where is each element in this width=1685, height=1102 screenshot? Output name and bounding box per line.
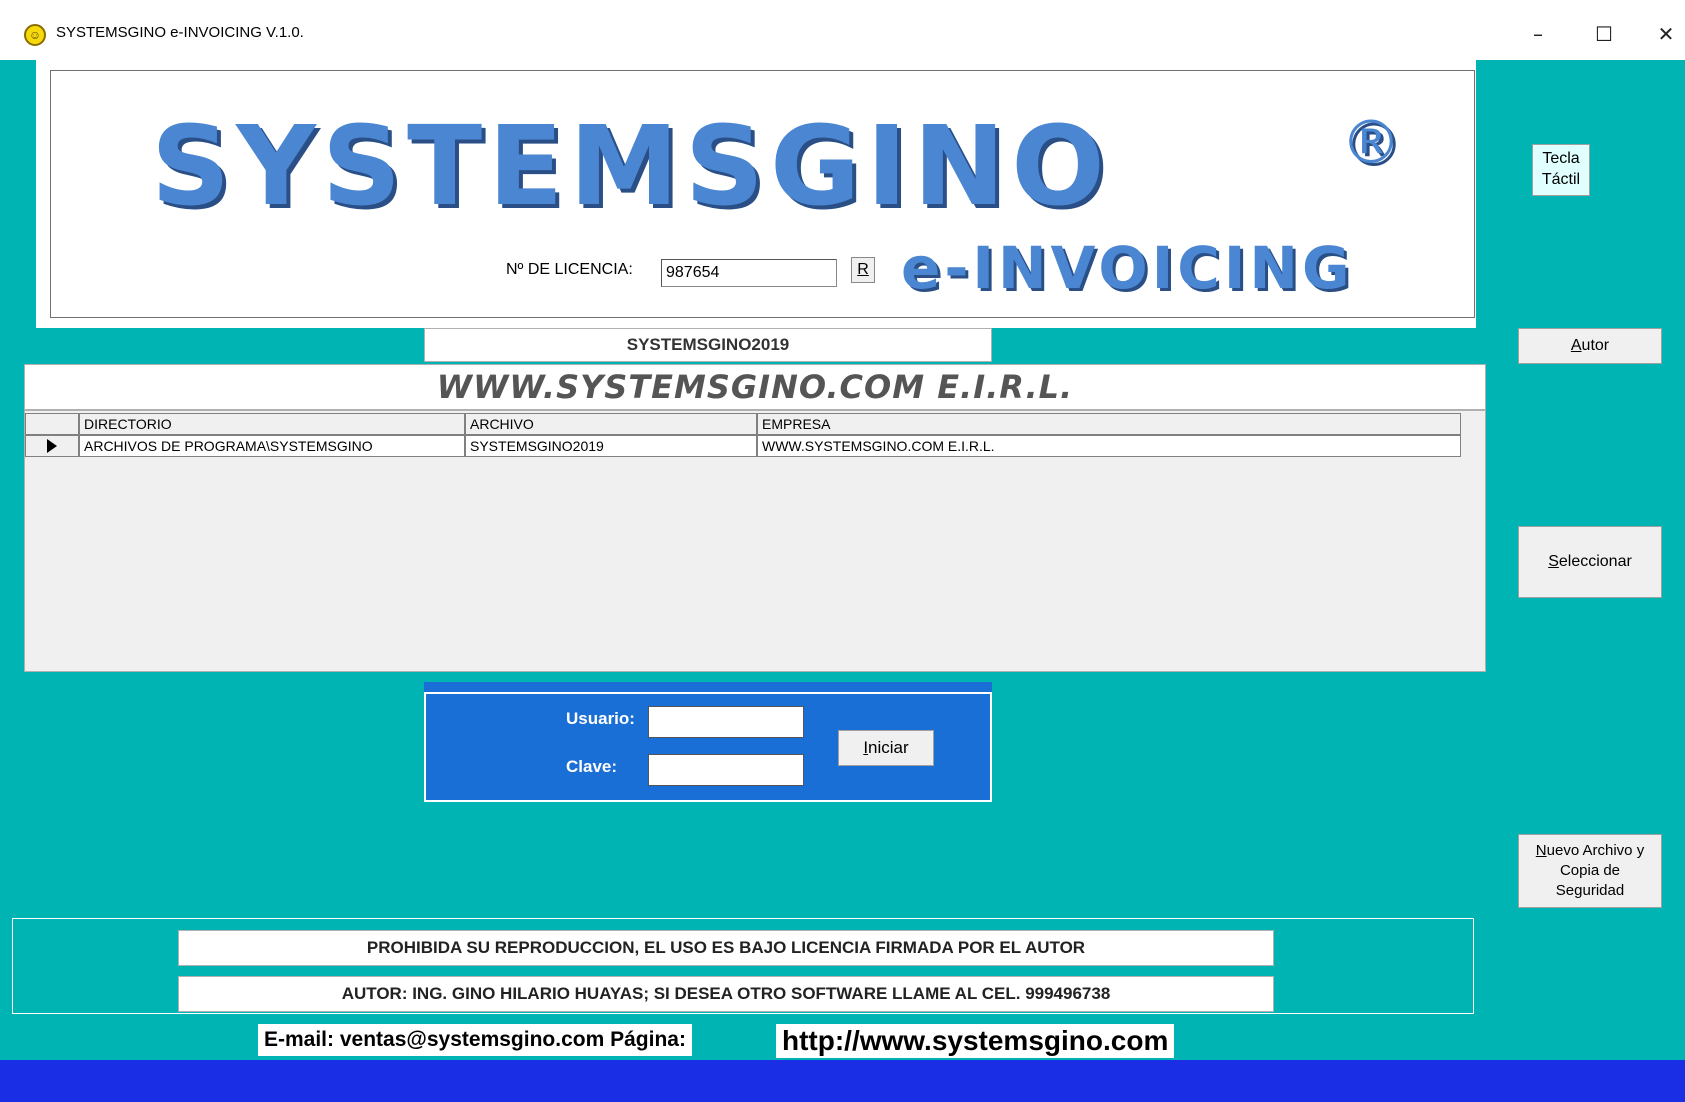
brand-logo-text: SYSTEMSGINO — [151, 102, 1111, 230]
grid-header-archivo[interactable]: ARCHIVO — [465, 413, 757, 435]
author-accesskey: A — [1570, 337, 1582, 354]
author-notice: AUTOR: ING. GINO HILARIO HUAYAS; SI DESE… — [178, 976, 1274, 1012]
grid-header-empresa[interactable]: EMPRESA — [757, 413, 1461, 435]
cell-archivo[interactable]: SYSTEMSGINO2019 — [465, 435, 757, 457]
select-button[interactable]: Seleccionar — [1518, 526, 1662, 598]
author-button[interactable]: Autor — [1518, 328, 1662, 364]
company-banner: WWW.SYSTEMSGINO.COM E.I.R.L. — [24, 364, 1486, 410]
new-file-backup-button[interactable]: Nuevo Archivo y Copia de Seguridad — [1518, 834, 1662, 908]
contact-email: E-mail: ventas@systemsgino.com Página: — [258, 1024, 692, 1056]
title-bar: ☺ SYSTEMSGINO e-INVOICING V.1.0. – ☐ ✕ — [0, 0, 1685, 60]
cell-directorio[interactable]: ARCHIVOS DE PROGRAMA\SYSTEMSGINO — [79, 435, 465, 457]
select-accesskey: S — [1548, 553, 1559, 570]
company-files-grid[interactable]: DIRECTORIO ARCHIVO EMPRESA ARCHIVOS DE P… — [24, 410, 1486, 672]
status-bar — [0, 1060, 1685, 1102]
new-file-label-line2: Copia de — [1559, 861, 1621, 879]
login-panel: Usuario: Clave: Iniciar — [424, 692, 992, 802]
company-file-name: SYSTEMSGINO2019 — [424, 328, 992, 362]
login-button[interactable]: Iniciar — [838, 730, 934, 766]
cell-empresa[interactable]: WWW.SYSTEMSGINO.COM E.I.R.L. — [757, 435, 1461, 457]
password-input[interactable] — [648, 754, 804, 786]
row-pointer-icon — [47, 439, 57, 453]
new-file-label-line3: Seguridad — [1555, 882, 1625, 900]
grid-header-directorio[interactable]: DIRECTORIO — [79, 413, 465, 435]
login-label: niciar — [868, 738, 909, 757]
author-label: utor — [1581, 337, 1610, 354]
row-pointer-cell[interactable] — [25, 435, 79, 457]
window-title: SYSTEMSGINO e-INVOICING V.1.0. — [56, 24, 304, 41]
touch-keyboard-button[interactable]: Tecla Táctil — [1532, 144, 1590, 196]
grid-header-indicator — [25, 413, 79, 435]
logo-panel: SYSTEMSGINO ® e-INVOICING Nº DE LICENCIA… — [50, 70, 1475, 318]
license-label: Nº DE LICENCIA: — [506, 261, 633, 278]
minimize-button[interactable]: – — [1516, 14, 1560, 54]
close-button[interactable]: ✕ — [1644, 14, 1685, 54]
new-file-accesskey: N — [1535, 841, 1547, 859]
website-link[interactable]: http://www.systemsgino.com — [776, 1024, 1175, 1058]
login-panel-header — [424, 682, 992, 692]
username-input[interactable] — [648, 706, 804, 738]
smiley-icon[interactable]: ☺ — [24, 24, 46, 46]
new-file-label-line1: uevo Archivo y — [1546, 841, 1645, 859]
maximize-button[interactable]: ☐ — [1582, 14, 1626, 54]
touch-keyboard-label-line2: Táctil — [1541, 171, 1581, 188]
grid-header: DIRECTORIO ARCHIVO EMPRESA — [25, 413, 1461, 435]
select-label: eleccionar — [1558, 553, 1632, 570]
username-label: Usuario: — [566, 709, 635, 728]
product-logo-text: e-INVOICING — [901, 234, 1354, 302]
touch-keyboard-label-line1: Tecla — [1542, 150, 1580, 168]
table-row[interactable]: ARCHIVOS DE PROGRAMA\SYSTEMSGINO SYSTEMS… — [25, 435, 1461, 457]
copyright-notice: PROHIBIDA SU REPRODUCCION, EL USO ES BAJ… — [178, 930, 1274, 966]
license-refresh-button[interactable]: R — [851, 257, 875, 283]
license-number-input[interactable] — [661, 259, 837, 287]
password-label: Clave: — [566, 757, 618, 776]
registered-mark: ® — [1341, 108, 1401, 178]
